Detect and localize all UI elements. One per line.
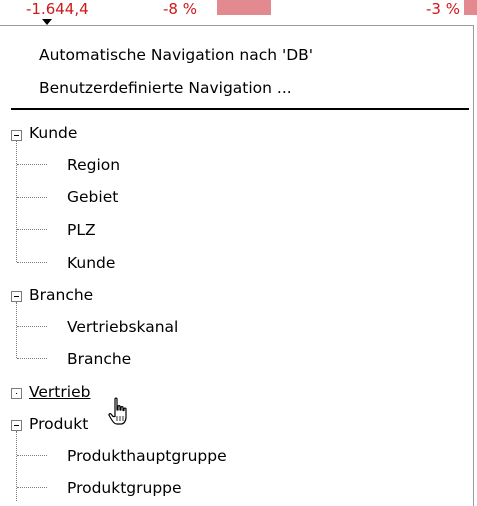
strip-value-1: -1.644,4 (26, 0, 89, 18)
menu-separator (11, 108, 469, 110)
tree-node-produktgruppe[interactable]: Produktgruppe (67, 478, 182, 498)
tree-connector (17, 487, 47, 488)
tree-node-branche[interactable]: Branche (29, 285, 93, 305)
tree-node-produkt[interactable]: Produkt (29, 414, 88, 434)
strip-value-2: -8 % (163, 0, 197, 18)
minus-box-icon[interactable] (11, 130, 22, 141)
tree-connector (17, 197, 47, 198)
strip-bar-2 (464, 0, 477, 15)
tree-connector (17, 358, 47, 359)
tree-connector (16, 141, 17, 262)
tree-node-kunde[interactable]: Kunde (29, 123, 77, 143)
tree-node-branche-child[interactable]: Branche (67, 349, 131, 369)
tree-connector (17, 164, 47, 165)
tree-connector (17, 262, 47, 263)
tree-node-produkthauptgruppe[interactable]: Produkthauptgruppe (67, 446, 227, 466)
menu-item-custom-navigation[interactable]: Benutzerdefinierte Navigation ... (39, 78, 292, 98)
data-strip: -1.644,4 -8 % -3 % (0, 0, 477, 25)
tree-connector (17, 326, 47, 327)
tree-node-kunde-child[interactable]: Kunde (67, 253, 115, 273)
tree-node-vertriebskanal[interactable]: Vertriebskanal (67, 317, 178, 337)
hand-pointer-icon (108, 397, 127, 425)
tree-connector (17, 455, 47, 456)
tree-node-vertrieb[interactable]: Vertrieb (29, 382, 90, 402)
tree-connector (16, 431, 17, 501)
menu-item-auto-navigation[interactable]: Automatische Navigation nach 'DB' (39, 45, 313, 65)
tree-connector (17, 229, 47, 230)
tree-node-gebiet[interactable]: Gebiet (67, 187, 118, 207)
navigation-menu: Automatische Navigation nach 'DB' Benutz… (0, 25, 474, 506)
minus-box-icon[interactable] (11, 291, 22, 302)
minus-box-icon[interactable] (11, 420, 22, 431)
tree-connector (16, 302, 17, 358)
tree-node-plz[interactable]: PLZ (67, 220, 96, 240)
strip-value-3: -3 % (426, 0, 460, 18)
tree-node-region[interactable]: Region (67, 155, 120, 175)
strip-bar-1 (217, 0, 271, 15)
dot-box-icon[interactable] (11, 388, 22, 399)
